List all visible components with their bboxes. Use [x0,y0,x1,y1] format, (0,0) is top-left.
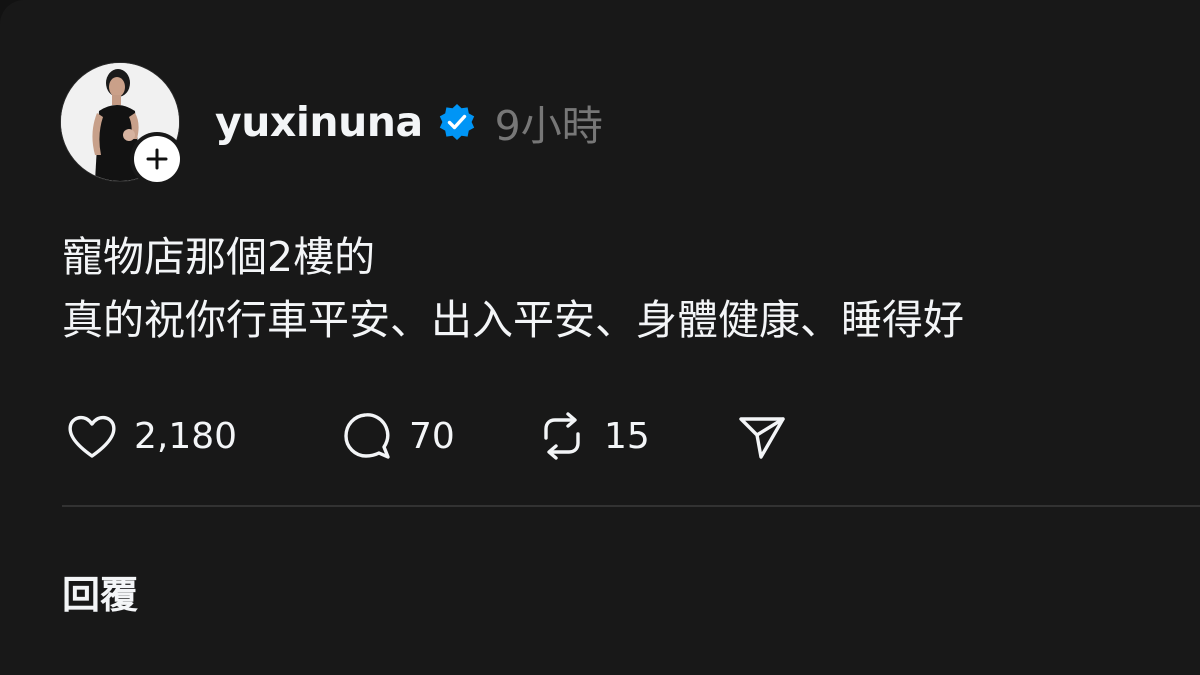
repost-count: 15 [604,415,650,457]
thread-post: yuxinuna 9小時 寵物店那個2樓的 真的祝你行車平安、出入平安、身體健康… [0,0,1200,675]
send-icon [732,406,792,466]
plus-icon [146,148,168,170]
post-body-line: 寵物店那個2樓的 [62,233,376,281]
follow-button[interactable] [130,132,184,186]
repost-button[interactable]: 15 [532,406,650,466]
comment-button[interactable]: 70 [337,406,455,466]
post-body: 寵物店那個2樓的 真的祝你行車平安、出入平安、身體健康、睡得好 [62,226,964,352]
thread-window: yuxinuna 9小時 寵物店那個2樓的 真的祝你行車平安、出入平安、身體健康… [0,0,1200,675]
post-actions: 2,180 70 15 [62,406,785,466]
post-body-line: 真的祝你行車平安、出入平安、身體健康、睡得好 [62,296,964,344]
like-count: 2,180 [134,415,238,457]
comment-count: 70 [409,415,455,457]
heart-icon [62,406,122,466]
verified-badge-icon [437,102,477,142]
divider [62,505,1200,507]
post-header: yuxinuna 9小時 [215,94,603,150]
author-avatar-group[interactable] [60,62,184,186]
like-button[interactable]: 2,180 [62,406,237,466]
share-button[interactable] [732,406,792,466]
post-timestamp[interactable]: 9小時 [495,92,603,152]
author-username[interactable]: yuxinuna [215,98,423,146]
repost-icon [532,406,592,466]
comment-icon [337,406,397,466]
reply-section-label[interactable]: 回覆 [62,564,138,619]
